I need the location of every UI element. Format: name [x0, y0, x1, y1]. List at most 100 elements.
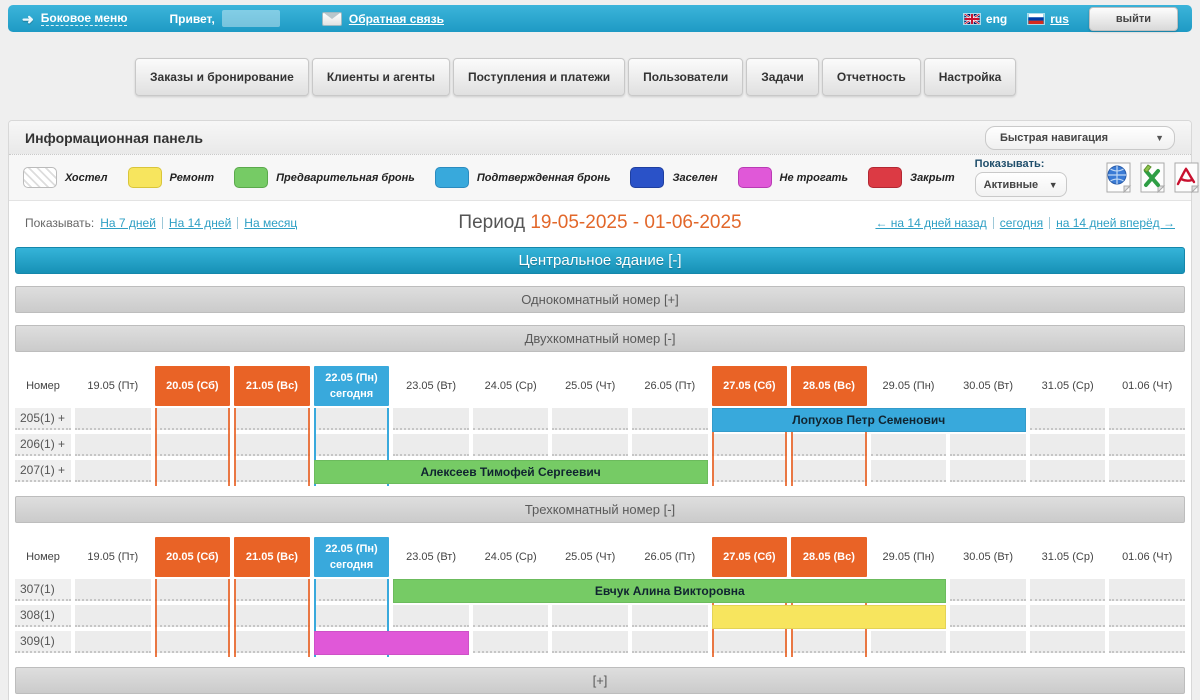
room-row-label[interactable]: 307(1): [15, 579, 71, 601]
calendar-cell[interactable]: [1030, 408, 1106, 430]
calendar-cell[interactable]: [791, 631, 867, 653]
calendar-cell[interactable]: [712, 434, 788, 456]
calendar-cell[interactable]: [950, 631, 1026, 653]
calendar-cell[interactable]: [1030, 631, 1106, 653]
calendar-cell[interactable]: [552, 605, 628, 627]
section-header-2[interactable]: Трехкомнатный номер [-]: [15, 496, 1185, 523]
calendar-cell[interactable]: [314, 605, 390, 627]
forward-14-days-link[interactable]: на 14 дней вперёд →: [1056, 216, 1175, 230]
booking-bar[interactable]: [314, 631, 469, 655]
calendar-cell[interactable]: [871, 434, 947, 456]
lang-rus-label[interactable]: rus: [1050, 12, 1069, 26]
status-filter-select[interactable]: Активные ▼: [975, 172, 1067, 197]
excel-export-icon[interactable]: [1139, 162, 1166, 193]
pdf-export-icon[interactable]: [1173, 162, 1200, 193]
calendar-cell[interactable]: [1030, 434, 1106, 456]
logout-button[interactable]: выйти: [1089, 7, 1178, 31]
calendar-cell[interactable]: [75, 605, 151, 627]
calendar-cell[interactable]: [234, 579, 310, 601]
calendar-cell[interactable]: [632, 434, 708, 456]
section-header-1[interactable]: Двухкомнатный номер [-]: [15, 325, 1185, 352]
booking-bar[interactable]: Алексеев Тимофей Сергеевич: [314, 460, 708, 484]
calendar-cell[interactable]: [234, 460, 310, 482]
calendar-cell[interactable]: [712, 631, 788, 653]
tab-6[interactable]: Настройка: [924, 58, 1017, 96]
calendar-cell[interactable]: [1109, 408, 1185, 430]
calendar-cell[interactable]: [1109, 605, 1185, 627]
calendar-cell[interactable]: [1030, 460, 1106, 482]
range-7-days-link[interactable]: На 7 дней: [100, 216, 156, 230]
calendar-cell[interactable]: [75, 631, 151, 653]
calendar-cell[interactable]: [950, 579, 1026, 601]
calendar-cell[interactable]: [1109, 460, 1185, 482]
feedback-link[interactable]: Обратная связь: [322, 12, 444, 26]
range-14-days-link[interactable]: На 14 дней: [169, 216, 231, 230]
lang-eng-label[interactable]: eng: [986, 12, 1007, 26]
calendar-cell[interactable]: [234, 605, 310, 627]
calendar-cell[interactable]: [871, 631, 947, 653]
tab-3[interactable]: Пользователи: [628, 58, 743, 96]
calendar-cell[interactable]: [1109, 434, 1185, 456]
calendar-cell[interactable]: [552, 408, 628, 430]
calendar-cell[interactable]: [552, 434, 628, 456]
section-header-3[interactable]: [+]: [15, 667, 1185, 694]
calendar-cell[interactable]: [791, 434, 867, 456]
today-link[interactable]: сегодня: [1000, 216, 1043, 230]
calendar-cell[interactable]: [155, 605, 231, 627]
calendar-cell[interactable]: [473, 408, 549, 430]
calendar-cell[interactable]: [1030, 605, 1106, 627]
calendar-cell[interactable]: [155, 579, 231, 601]
room-row-label[interactable]: 309(1): [15, 631, 71, 653]
calendar-cell[interactable]: [393, 434, 469, 456]
side-menu-toggle[interactable]: ➜ Боковое меню: [22, 11, 127, 26]
calendar-cell[interactable]: [1030, 579, 1106, 601]
calendar-cell[interactable]: [791, 460, 867, 482]
lang-rus[interactable]: rus: [1027, 12, 1069, 26]
section-header-0[interactable]: Однокомнатный номер [+]: [15, 286, 1185, 313]
calendar-cell[interactable]: [552, 631, 628, 653]
calendar-cell[interactable]: [234, 408, 310, 430]
tab-5[interactable]: Отчетность: [822, 58, 921, 96]
tab-1[interactable]: Клиенты и агенты: [312, 58, 450, 96]
calendar-cell[interactable]: [155, 631, 231, 653]
calendar-cell[interactable]: [314, 408, 390, 430]
calendar-cell[interactable]: [871, 460, 947, 482]
calendar-cell[interactable]: [632, 605, 708, 627]
room-row-label[interactable]: 205(1) +: [15, 408, 71, 430]
html-export-icon[interactable]: [1105, 162, 1132, 193]
calendar-cell[interactable]: [632, 408, 708, 430]
calendar-cell[interactable]: [473, 631, 549, 653]
calendar-cell[interactable]: [314, 434, 390, 456]
range-month-link[interactable]: На месяц: [244, 216, 297, 230]
calendar-cell[interactable]: [393, 605, 469, 627]
calendar-cell[interactable]: [75, 460, 151, 482]
quick-navigation-select[interactable]: Быстрая навигация ▼: [985, 126, 1175, 150]
calendar-cell[interactable]: [712, 460, 788, 482]
calendar-cell[interactable]: [632, 631, 708, 653]
calendar-cell[interactable]: [155, 434, 231, 456]
booking-bar[interactable]: Лопухов Петр Семенович: [712, 408, 1026, 432]
tab-4[interactable]: Задачи: [746, 58, 819, 96]
booking-bar[interactable]: [712, 605, 947, 629]
calendar-cell[interactable]: [1109, 579, 1185, 601]
calendar-cell[interactable]: [314, 579, 390, 601]
feedback-label[interactable]: Обратная связь: [349, 12, 444, 26]
building-header[interactable]: Центральное здание [-]: [15, 247, 1185, 274]
calendar-cell[interactable]: [1109, 631, 1185, 653]
room-row-label[interactable]: 308(1): [15, 605, 71, 627]
calendar-cell[interactable]: [950, 460, 1026, 482]
side-menu-label[interactable]: Боковое меню: [41, 11, 128, 26]
calendar-cell[interactable]: [75, 434, 151, 456]
calendar-cell[interactable]: [75, 579, 151, 601]
calendar-cell[interactable]: [234, 434, 310, 456]
lang-eng[interactable]: eng: [963, 12, 1007, 26]
back-14-days-link[interactable]: ← на 14 дней назад: [875, 216, 986, 230]
calendar-cell[interactable]: [75, 408, 151, 430]
tab-2[interactable]: Поступления и платежи: [453, 58, 625, 96]
tab-0[interactable]: Заказы и бронирование: [135, 58, 309, 96]
calendar-cell[interactable]: [234, 631, 310, 653]
calendar-cell[interactable]: [393, 408, 469, 430]
calendar-cell[interactable]: [473, 434, 549, 456]
room-row-label[interactable]: 207(1) +: [15, 460, 71, 482]
calendar-cell[interactable]: [473, 605, 549, 627]
